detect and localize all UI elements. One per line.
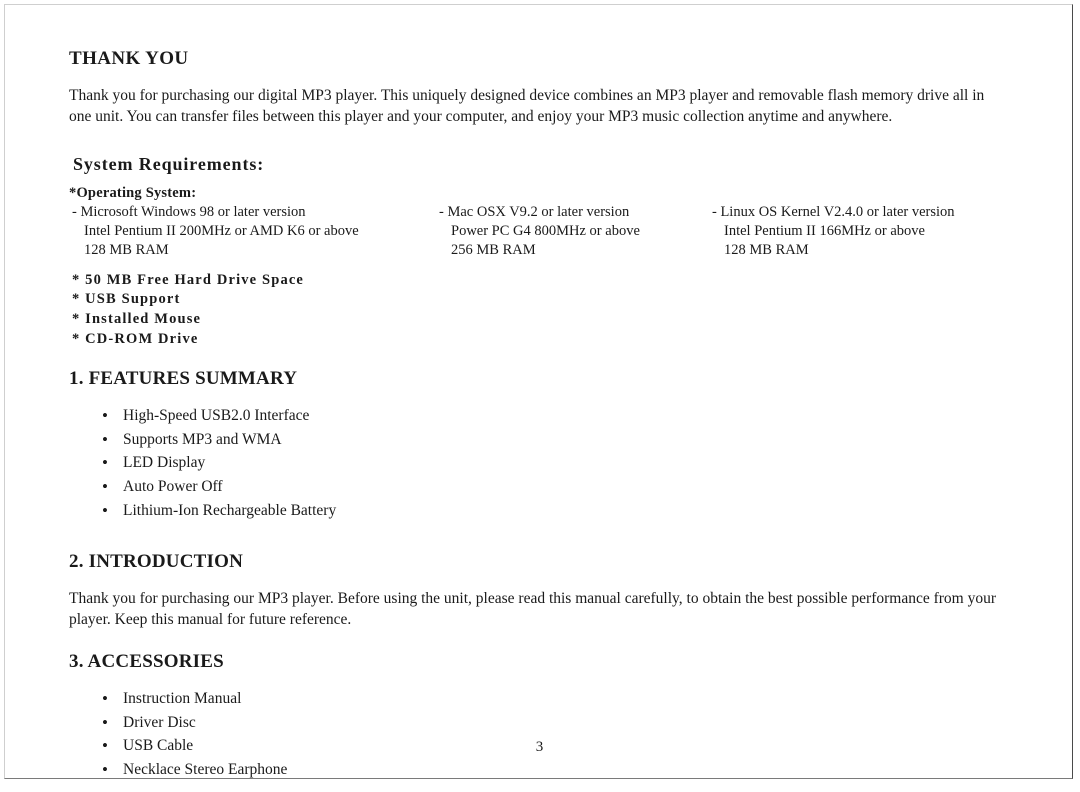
heading-system-requirements: System Requirements: xyxy=(73,154,265,175)
operating-system-columns: - Microsoft Windows 98 or later version … xyxy=(69,203,1019,261)
heading-accessories: 3. ACCESSORIES xyxy=(69,651,224,673)
paragraph-introduction: Thank you for purchasing our MP3 player.… xyxy=(69,589,997,628)
heading-introduction: 2. INTRODUCTION xyxy=(69,551,244,573)
os-line: 128 MB RAM xyxy=(84,241,169,258)
document-page: THANK YOU Thank you for purchasing our d… xyxy=(4,4,1073,782)
os-line: - Microsoft Windows 98 or later version xyxy=(72,203,306,220)
heading-thank-you: THANK YOU xyxy=(69,48,189,69)
document-content: THANK YOU Thank you for purchasing our d… xyxy=(69,48,1019,782)
list-item: Driver Disc xyxy=(69,710,1019,735)
list-item: * 50 MB Free Hard Drive Space xyxy=(72,271,305,288)
os-column-mac: - Mac OSX V9.2 or later version Power PC… xyxy=(439,203,640,260)
label-operating-system: *Operating System: xyxy=(69,184,197,201)
list-item: * Installed Mouse xyxy=(72,311,202,328)
list-item: Instruction Manual xyxy=(69,686,1019,711)
os-line: 128 MB RAM xyxy=(724,241,809,258)
page-number: 3 xyxy=(535,739,544,755)
os-column-windows: - Microsoft Windows 98 or later version … xyxy=(72,203,359,260)
list-item: Lithium-Ion Rechargeable Battery xyxy=(69,498,1019,523)
os-line: - Linux OS Kernel V2.4.0 or later versio… xyxy=(712,203,955,220)
list-item: * CD-ROM Drive xyxy=(72,330,199,347)
os-column-linux: - Linux OS Kernel V2.4.0 or later versio… xyxy=(712,203,955,260)
os-line: Power PC G4 800MHz or above xyxy=(451,222,640,239)
paragraph-thank-you: Thank you for purchasing our digital MP3… xyxy=(69,86,985,125)
list-item: Auto Power Off xyxy=(69,474,1019,499)
other-requirements-list: * 50 MB Free Hard Drive Space * USB Supp… xyxy=(72,271,1019,350)
list-item: Supports MP3 and WMA xyxy=(69,427,1019,452)
list-item: Necklace Stereo Earphone xyxy=(69,757,1019,782)
list-item: High-Speed USB2.0 Interface xyxy=(69,403,1019,428)
os-line: Intel Pentium II 200MHz or AMD K6 or abo… xyxy=(84,222,359,239)
list-item: LED Display xyxy=(69,450,1019,475)
list-item: * USB Support xyxy=(72,291,181,308)
features-summary-list: High-Speed USB2.0 Interface Supports MP3… xyxy=(69,403,1019,523)
os-line: Intel Pentium II 166MHz or above xyxy=(724,222,925,239)
os-line: - Mac OSX V9.2 or later version xyxy=(439,203,630,220)
accessories-list: Instruction Manual Driver Disc USB Cable… xyxy=(69,686,1019,782)
os-line: 256 MB RAM xyxy=(451,241,536,258)
heading-features-summary: 1. FEATURES SUMMARY xyxy=(69,368,298,390)
